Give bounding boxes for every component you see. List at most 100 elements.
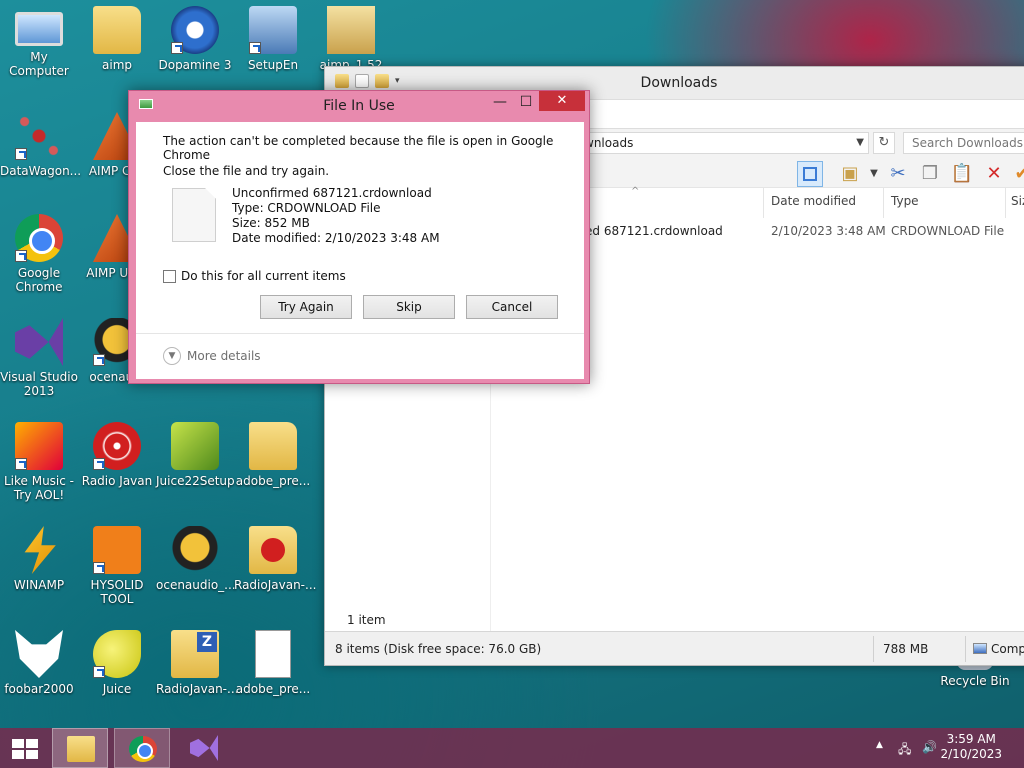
checkmark-folder-icon: ▣ bbox=[841, 163, 859, 184]
desktop-icon-ocenaudio-setup[interactable]: ocenaudio_... bbox=[156, 526, 236, 592]
status-items: 8 items (Disk free space: 76.0 GB) bbox=[335, 642, 542, 656]
status-separator bbox=[873, 636, 874, 662]
desktop-icon-label: Juice22Setup bbox=[156, 474, 235, 488]
copy-button[interactable]: ❐ bbox=[917, 161, 943, 187]
folder-icon bbox=[67, 736, 95, 762]
visual-studio-icon bbox=[190, 735, 218, 761]
chevron-down-icon[interactable]: ▼ bbox=[856, 133, 864, 153]
column-separator[interactable] bbox=[883, 188, 884, 218]
show-hidden-icons-button[interactable]: ▲ bbox=[876, 740, 883, 750]
desktop-icon-dopamine[interactable]: Dopamine 3 bbox=[156, 6, 234, 72]
cancel-button[interactable]: Cancel bbox=[466, 295, 558, 319]
desktop-icon-google-chrome[interactable]: Google Chrome bbox=[0, 214, 78, 294]
status-bar: 8 items (Disk free space: 76.0 GB) 788 M… bbox=[325, 631, 1024, 665]
status-location: Comp bbox=[973, 642, 1024, 656]
taskbar: ▲ 🖧 🔊 3:59 AM 2/10/2023 bbox=[0, 728, 1024, 768]
desktop-icon-adobe-pre-file[interactable]: adobe_pre... bbox=[234, 630, 312, 696]
refresh-button[interactable]: ↻ bbox=[873, 132, 895, 154]
desktop-icon-my-computer[interactable]: My Computer bbox=[0, 6, 78, 78]
volume-icon[interactable]: 🔊 bbox=[922, 740, 937, 754]
desktop-icon-foobar2000[interactable]: foobar2000 bbox=[0, 630, 78, 696]
column-separator[interactable] bbox=[763, 188, 764, 218]
desktop-icon-label: RadioJavan-... bbox=[234, 578, 317, 592]
molecule-icon bbox=[15, 112, 63, 160]
foobar-fox-icon bbox=[15, 630, 63, 678]
desktop-icon-label: DataWagon... bbox=[0, 164, 82, 178]
file-row-date: 2/10/2023 3:48 AM bbox=[771, 224, 886, 238]
ocenaudio-icon bbox=[171, 526, 219, 574]
dopamine-disc-icon bbox=[171, 6, 219, 54]
file-date: Date modified: 2/10/2023 3:48 AM bbox=[232, 231, 440, 245]
dialog-message: The action can't be completed because th… bbox=[163, 134, 554, 162]
desktop-icon-label: ocenaudio_... bbox=[156, 578, 236, 592]
desktop-icon-radiojavan-zip[interactable]: RadioJavan-... bbox=[156, 630, 238, 696]
taskbar-visual-studio[interactable] bbox=[176, 728, 232, 768]
file-icon bbox=[172, 188, 216, 242]
desktop-icon-setupen[interactable]: SetupEn bbox=[234, 6, 312, 72]
desktop-icon-label: Recycle Bin bbox=[940, 674, 1010, 688]
status-size: 788 MB bbox=[883, 642, 929, 656]
undo-button[interactable]: ✔ bbox=[1009, 161, 1024, 187]
chrome-icon bbox=[129, 736, 157, 762]
minimize-button[interactable]: — bbox=[487, 91, 513, 111]
apply-all-checkbox[interactable] bbox=[163, 270, 176, 283]
desktop-icon-like-music[interactable]: Like Music - Try AOL! bbox=[0, 422, 78, 502]
column-header-date[interactable]: Date modified bbox=[771, 194, 856, 208]
desktop-icon-juice[interactable]: Juice bbox=[78, 630, 156, 696]
paste-button[interactable]: 📋 bbox=[949, 161, 975, 187]
file-size: Size: 852 MB bbox=[232, 216, 310, 230]
desktop-icon-label: Google Chrome bbox=[15, 266, 63, 294]
try-again-button[interactable]: Try Again bbox=[260, 295, 352, 319]
maximize-button[interactable]: ☐ bbox=[513, 91, 539, 111]
shortcut-arrow-icon bbox=[15, 148, 27, 160]
desktop-icon-label: adobe_pre... bbox=[235, 474, 311, 488]
preview-pane-button[interactable] bbox=[797, 161, 823, 187]
column-separator[interactable] bbox=[1005, 188, 1006, 218]
network-icon[interactable]: 🖧 bbox=[898, 740, 911, 761]
computer-icon bbox=[15, 12, 63, 46]
properties-button[interactable]: ▣ bbox=[837, 161, 863, 187]
maximize-icon: ☐ bbox=[519, 94, 533, 110]
desktop-icon-aimp-folder[interactable]: aimp bbox=[78, 6, 156, 72]
desktop-icon-label: Dopamine 3 bbox=[158, 58, 232, 72]
more-details-link[interactable]: More details bbox=[187, 349, 261, 363]
clock-time: 3:59 AM bbox=[946, 732, 996, 746]
delete-button[interactable]: ✕ bbox=[981, 161, 1007, 187]
checkmark-icon: ✔ bbox=[1014, 163, 1024, 184]
column-header-type[interactable]: Type bbox=[891, 194, 919, 208]
shortcut-arrow-icon bbox=[93, 458, 105, 470]
chevron-down-icon[interactable]: ▼ bbox=[163, 347, 181, 365]
taskbar-chrome[interactable] bbox=[114, 728, 170, 768]
search-input[interactable]: Search Downloads bbox=[903, 132, 1024, 154]
visual-studio-icon bbox=[15, 318, 63, 366]
view-options-button[interactable]: ▼ bbox=[861, 161, 887, 187]
start-button[interactable] bbox=[0, 728, 48, 768]
close-button[interactable]: ✕ bbox=[539, 91, 585, 111]
skip-button[interactable]: Skip bbox=[363, 295, 455, 319]
desktop-icon-winamp[interactable]: WINAMP bbox=[0, 526, 78, 592]
installer-box-icon bbox=[327, 6, 375, 54]
status-separator bbox=[965, 636, 966, 662]
dialog-body: The action can't be completed because th… bbox=[136, 122, 584, 379]
file-row-type: CRDOWNLOAD File bbox=[891, 224, 1005, 238]
winamp-bolt-icon bbox=[24, 526, 56, 574]
file-row-name[interactable]: ed 687121.crdownload bbox=[585, 224, 723, 238]
taskbar-file-explorer[interactable] bbox=[52, 728, 108, 768]
clock[interactable]: 3:59 AM 2/10/2023 bbox=[940, 732, 1002, 762]
desktop-icon-visual-studio[interactable]: Visual Studio 2013 bbox=[0, 318, 78, 398]
desktop-icon-adobe-pre-folder[interactable]: adobe_pre... bbox=[234, 422, 312, 488]
zip-folder-icon bbox=[171, 630, 219, 678]
desktop-icon-aimp-152[interactable]: aimp_1.52 bbox=[312, 6, 390, 72]
desktop-icon-hysolid-tool[interactable]: HYSOLID TOOL bbox=[78, 526, 156, 606]
document-icon bbox=[255, 630, 291, 678]
desktop-icon-label: adobe_pre... bbox=[235, 682, 311, 696]
desktop-icon-radiojavan-folder[interactable]: RadioJavan-... bbox=[234, 526, 317, 592]
apply-all-label[interactable]: Do this for all current items bbox=[181, 269, 346, 283]
column-header-size[interactable]: Siz bbox=[1011, 194, 1024, 208]
cut-button[interactable]: ✂ bbox=[885, 161, 911, 187]
desktop-icon-radio-javan[interactable]: Radio Javan bbox=[78, 422, 156, 488]
hysolid-icon bbox=[93, 526, 141, 574]
file-in-use-dialog[interactable]: File In Use — ☐ ✕ The action can't be co… bbox=[128, 90, 590, 384]
desktop-icon-datawagon[interactable]: DataWagon... bbox=[0, 112, 82, 178]
desktop-icon-juice22setup[interactable]: Juice22Setup bbox=[156, 422, 235, 488]
